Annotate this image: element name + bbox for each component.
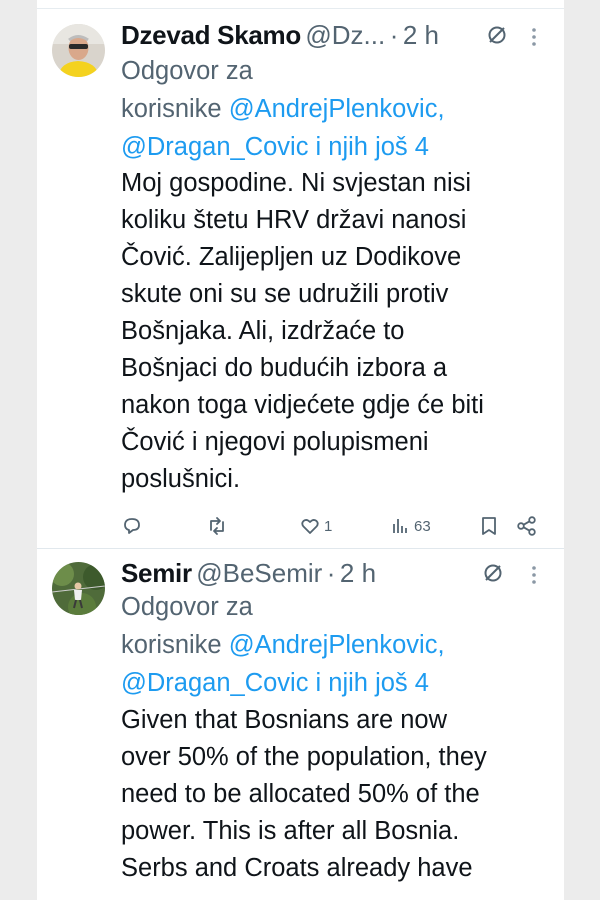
tweet-actions: 1 63 — [121, 512, 564, 540]
body-line: Given that Bosnians are now — [121, 706, 448, 734]
reply-icon — [124, 518, 140, 534]
body-line: power. This is after all Bosnia. — [121, 817, 460, 845]
body-line: koliku štetu HRV državi nanosi — [121, 206, 467, 234]
body-line: skute oni su se udružili protiv — [121, 280, 449, 308]
body-line: over 50% of the population, they — [121, 743, 487, 771]
body-line: Moj gospodine. Ni svjestan nisi — [121, 169, 472, 197]
bookmark-button[interactable] — [478, 512, 500, 540]
reply-context: Odgovor za korisnike @AndrejPlenkovic, @… — [121, 588, 541, 702]
avatar[interactable] — [52, 24, 105, 77]
timestamp[interactable]: 2 h — [403, 20, 439, 50]
reply-line2-prefix: korisnike — [121, 631, 222, 659]
reply-prefix: Odgovor za — [121, 593, 253, 621]
tweet-divider — [37, 548, 564, 549]
tweet-header: Semir @BeSemir · 2 h — [121, 558, 554, 592]
body-line: Čović. Zalijepljen uz Dodikove — [121, 243, 462, 271]
bookmark-icon — [482, 517, 496, 535]
separator: · — [326, 558, 336, 588]
tweet-body: Given that Bosnians are now over 50% of … — [121, 702, 561, 887]
user-handle[interactable]: @BeSemir — [196, 558, 322, 588]
tweet-dzevad[interactable]: Dzevad Skamo @Dz... · 2 h Odgovor za kor… — [37, 12, 564, 548]
retweet-icon — [210, 517, 224, 535]
mention-link[interactable]: @AndrejPlenkovic, — [229, 631, 445, 659]
body-line: Serbs and Croats already have — [121, 854, 473, 882]
tweet-header: Dzevad Skamo @Dz... · 2 h — [121, 20, 554, 54]
mention-link[interactable]: @AndrejPlenkovic, — [229, 95, 445, 123]
display-name[interactable]: Dzevad Skamo — [121, 20, 301, 50]
timeline-panel: Dzevad Skamo @Dz... · 2 h Odgovor za kor… — [37, 0, 564, 900]
user-handle[interactable]: @Dz... — [305, 20, 385, 50]
grok-icon[interactable] — [482, 562, 504, 584]
share-icon — [517, 516, 536, 536]
body-line: Bošnjaci do budućih izbora a — [121, 354, 448, 382]
avatar[interactable] — [52, 562, 105, 615]
like-count: 1 — [324, 517, 333, 535]
body-line: Bošnjaka. Ali, izdržaće to — [121, 317, 405, 345]
more-options-icon[interactable] — [530, 564, 538, 586]
views-icon — [393, 519, 407, 533]
share-button[interactable] — [516, 512, 538, 540]
body-line: poslušnici. — [121, 465, 241, 493]
tweet-semir[interactable]: Semir @BeSemir · 2 h Odgovor za korisnik… — [37, 550, 564, 900]
top-divider — [37, 8, 564, 9]
separator: · — [389, 20, 399, 50]
reply-line2-prefix: korisnike — [121, 95, 222, 123]
mention-link[interactable]: @Dragan_Covic i njih još 4 — [121, 128, 541, 166]
views-count: 63 — [414, 517, 431, 535]
tweet-body: Moj gospodine. Ni svjestan nisi koliku š… — [121, 165, 551, 498]
body-line: nakon toga vidjećete gdje će biti — [121, 391, 484, 419]
timestamp[interactable]: 2 h — [340, 558, 376, 588]
reply-prefix: Odgovor za — [121, 57, 253, 85]
reply-button[interactable] — [121, 512, 143, 540]
body-line: need to be allocated 50% of the — [121, 780, 480, 808]
more-options-icon[interactable] — [530, 26, 538, 48]
grok-icon[interactable] — [486, 24, 508, 46]
body-line: Čović i njegovi polupismeni — [121, 428, 429, 456]
reply-context: Odgovor za korisnike @AndrejPlenkovic, @… — [121, 52, 541, 166]
like-button[interactable]: 1 — [299, 512, 332, 540]
display-name[interactable]: Semir — [121, 558, 192, 588]
like-icon — [301, 519, 319, 534]
retweet-button[interactable] — [206, 512, 228, 540]
mention-link[interactable]: @Dragan_Covic i njih još 4 — [121, 664, 541, 702]
views-button[interactable]: 63 — [389, 512, 431, 540]
